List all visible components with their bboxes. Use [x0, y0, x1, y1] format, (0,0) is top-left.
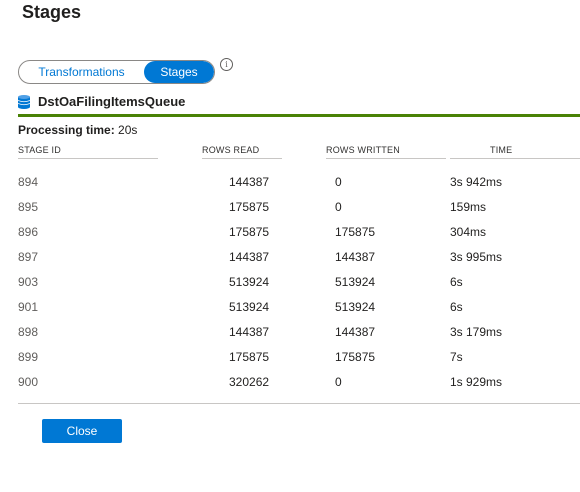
rows-written-cell: 0 [335, 175, 342, 189]
time-cell: 7s [450, 350, 463, 364]
rows-read-cell: 513924 [229, 275, 270, 289]
time-cell: 6s [450, 275, 463, 289]
view-toggle: Transformations Stages [18, 60, 215, 84]
table-row: 903 513924 513924 6s [18, 274, 580, 299]
header-time: TIME [490, 145, 513, 155]
database-icon [18, 94, 30, 109]
stage-id-cell: 903 [18, 275, 39, 289]
rows-written-cell: 144387 [335, 250, 376, 264]
rows-read-cell: 144387 [229, 250, 270, 264]
table-row: 895 175875 0 159ms [18, 199, 580, 224]
time-cell: 6s [450, 300, 463, 314]
dialog-title: Stages [22, 2, 82, 22]
time-cell: 3s 942ms [450, 175, 503, 189]
header-rows-read: ROWS READ [202, 145, 260, 155]
rows-written-cell: 513924 [335, 300, 376, 314]
rows-written-cell: 144387 [335, 325, 376, 339]
queue-header: DstOaFilingItemsQueue [18, 94, 185, 109]
stage-id-cell: 897 [18, 250, 39, 264]
toggle-transformations[interactable]: Transformations [19, 61, 144, 83]
rows-read-cell: 175875 [229, 225, 270, 239]
rows-read-cell: 320262 [229, 375, 270, 389]
stage-id-cell: 898 [18, 325, 39, 339]
table-row: 894 144387 0 3s 942ms [18, 174, 580, 199]
table-row: 896 175875 175875 304ms [18, 224, 580, 249]
processing-time-value: 20s [118, 123, 138, 137]
queue-underline [18, 114, 580, 117]
rows-read-cell: 175875 [229, 200, 270, 214]
rows-read-cell: 175875 [229, 350, 270, 364]
time-cell: 3s 995ms [450, 250, 503, 264]
header-divider [326, 158, 446, 159]
table-row: 901 513924 513924 6s [18, 299, 580, 324]
processing-time-label: Processing time: [18, 123, 115, 137]
header-divider [202, 158, 282, 159]
toggle-stages[interactable]: Stages [144, 61, 214, 83]
rows-written-cell: 175875 [335, 225, 376, 239]
rows-written-cell: 0 [335, 200, 342, 214]
processing-time: Processing time: 20s [18, 123, 137, 137]
stage-id-cell: 900 [18, 375, 39, 389]
time-cell: 159ms [450, 200, 487, 214]
stage-id-cell: 899 [18, 350, 39, 364]
header-rows-written: ROWS WRITTEN [326, 145, 400, 155]
table-row: 899 175875 175875 7s [18, 349, 580, 374]
stage-id-cell: 894 [18, 175, 39, 189]
stage-id-cell: 901 [18, 300, 39, 314]
rows-read-cell: 144387 [229, 325, 270, 339]
time-cell: 1s 929ms [450, 375, 503, 389]
close-button[interactable]: Close [42, 419, 122, 443]
rows-written-cell: 0 [335, 375, 342, 389]
table-row: 898 144387 144387 3s 179ms [18, 324, 580, 349]
header-divider [450, 158, 580, 159]
table-row: 897 144387 144387 3s 995ms [18, 249, 580, 274]
header-divider [18, 158, 158, 159]
rows-read-cell: 144387 [229, 175, 270, 189]
rows-written-cell: 175875 [335, 350, 376, 364]
stage-id-cell: 895 [18, 200, 39, 214]
info-icon[interactable]: i [220, 58, 233, 71]
header-stage-id: STAGE ID [18, 145, 61, 155]
footer-divider [18, 403, 580, 404]
rows-read-cell: 513924 [229, 300, 270, 314]
queue-name: DstOaFilingItemsQueue [38, 94, 186, 109]
time-cell: 3s 179ms [450, 325, 503, 339]
stage-id-cell: 896 [18, 225, 39, 239]
rows-written-cell: 513924 [335, 275, 376, 289]
table-row: 900 320262 0 1s 929ms [18, 374, 580, 399]
time-cell: 304ms [450, 225, 487, 239]
